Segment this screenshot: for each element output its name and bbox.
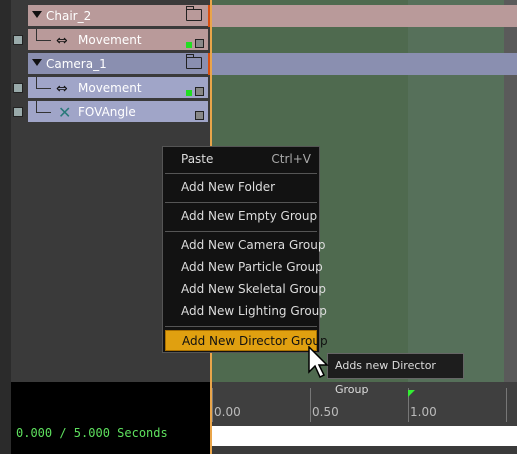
ruler-tick — [212, 388, 213, 422]
menu-item-add-director-group[interactable]: Add New Director Group — [165, 330, 328, 351]
menu-item-add-folder[interactable]: Add New Folder — [165, 177, 317, 198]
ruler-tick — [506, 388, 507, 422]
track-group-camera[interactable]: Camera_1 — [28, 53, 212, 75]
left-gutter — [0, 0, 11, 454]
folder-icon[interactable] — [186, 54, 202, 69]
time-readout-panel — [11, 382, 212, 454]
menu-item-add-camera-group[interactable]: Add New Camera Group — [165, 235, 325, 256]
track-visibility-checkbox[interactable] — [13, 83, 23, 93]
ruler-tick — [310, 388, 311, 422]
fov-cross-icon: ✕ — [58, 103, 72, 122]
folder-icon[interactable] — [186, 6, 202, 21]
expand-triangle-icon[interactable] — [32, 11, 42, 18]
tree-connector — [36, 77, 51, 89]
track-camera-fov[interactable]: ✕ FOVAngle — [28, 101, 208, 123]
menu-item-shortcut: Ctrl+V — [271, 152, 311, 166]
lock-icon[interactable] — [195, 87, 204, 96]
menu-separator — [165, 231, 317, 232]
track-group-label: Chair_2 — [46, 8, 92, 23]
tooltip: Adds new Director Group — [327, 353, 464, 396]
menu-item-add-particle-group[interactable]: Add New Particle Group — [165, 257, 323, 278]
keyframe-indicator-icon — [186, 42, 192, 48]
end-marker-flag-icon[interactable] — [408, 390, 415, 397]
tree-connector — [36, 101, 51, 113]
chair-group-timeline-band — [212, 5, 517, 27]
move-arrows-icon: ⇔ — [56, 81, 68, 97]
ruler-label: 0.00 — [214, 405, 241, 419]
context-menu: Paste Ctrl+V Add New Folder Add New Empt… — [162, 146, 328, 353]
menu-item-add-skeletal-group[interactable]: Add New Skeletal Group — [165, 279, 326, 300]
expand-triangle-icon[interactable] — [32, 59, 42, 66]
ruler-label: 1.00 — [410, 405, 437, 419]
menu-separator — [165, 326, 317, 327]
lock-icon[interactable] — [195, 39, 204, 48]
keyframe-indicator-icon — [186, 90, 192, 96]
track-label: FOVAngle — [78, 104, 136, 119]
track-visibility-checkbox[interactable] — [13, 35, 23, 45]
lock-icon[interactable] — [195, 111, 204, 120]
track-label: Movement — [78, 32, 142, 47]
menu-item-add-empty-group[interactable]: Add New Empty Group — [165, 206, 317, 227]
time-readout: 0.000 / 5.000 Seconds — [16, 426, 168, 440]
track-camera-movement[interactable]: ⇔ Movement — [28, 77, 208, 99]
mouse-cursor-icon — [308, 346, 329, 379]
camera-group-timeline-band — [212, 53, 517, 75]
menu-item-add-lighting-group[interactable]: Add New Lighting Group — [165, 301, 327, 322]
menu-separator — [165, 202, 317, 203]
track-visibility-checkbox[interactable] — [13, 107, 23, 117]
track-chair-movement[interactable]: ⇔ Movement — [28, 29, 208, 51]
timeline-scrollbar[interactable] — [212, 426, 517, 446]
tree-connector — [36, 29, 51, 41]
menu-item-paste[interactable]: Paste Ctrl+V — [165, 149, 317, 170]
menu-separator — [165, 173, 317, 174]
move-arrows-icon: ⇔ — [56, 33, 68, 49]
ruler-label: 0.50 — [312, 405, 339, 419]
track-group-label: Camera_1 — [46, 56, 107, 71]
track-label: Movement — [78, 80, 142, 95]
menu-item-label: Paste — [181, 152, 214, 166]
track-group-chair[interactable]: Chair_2 — [28, 5, 212, 27]
